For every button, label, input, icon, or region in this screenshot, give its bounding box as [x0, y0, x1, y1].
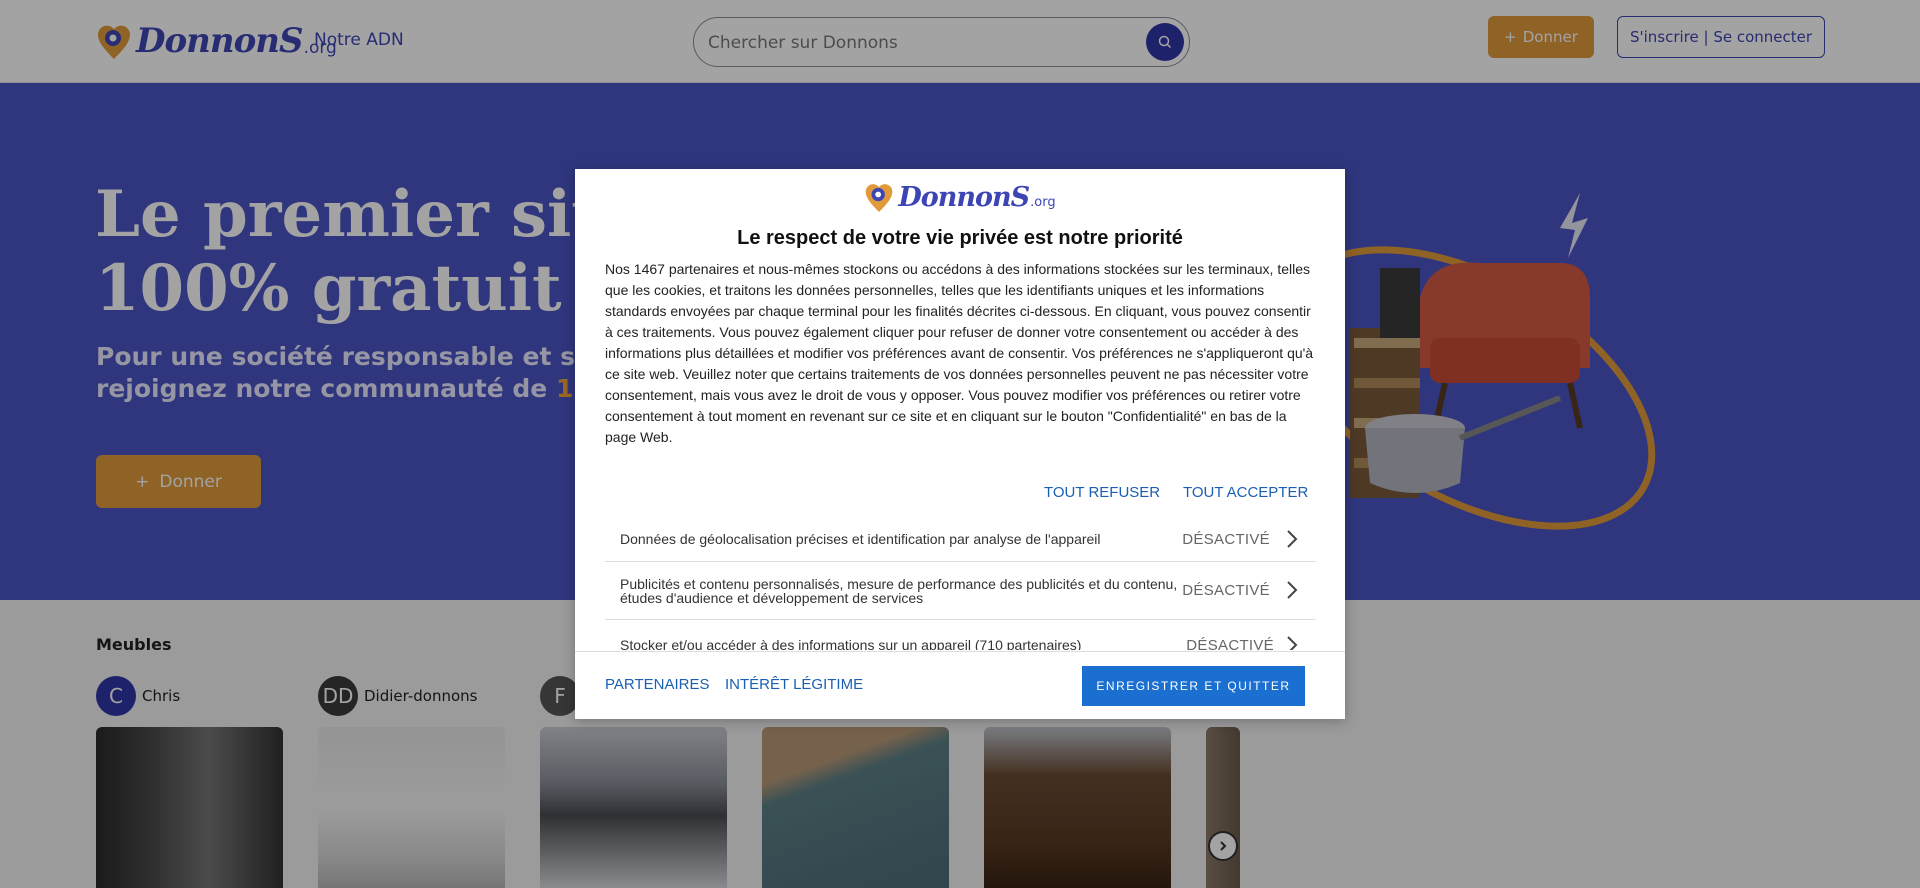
chevron-right-icon: [1287, 636, 1298, 650]
heart-pin-logo-icon: [866, 184, 893, 212]
preference-status: DÉSACTIVÉ: [1182, 582, 1270, 599]
preference-row[interactable]: Publicités et contenu personnalisés, mes…: [605, 562, 1316, 620]
save-and-exit-button[interactable]: ENREGISTRER ET QUITTER: [1082, 666, 1305, 706]
logo-text: DonnonS: [898, 181, 1030, 213]
privacy-consent-dialog: DonnonS .org Le respect de votre vie pri…: [575, 169, 1345, 719]
preference-status: DÉSACTIVÉ: [1182, 531, 1270, 548]
preference-status: DÉSACTIVÉ: [1186, 637, 1274, 650]
preference-label: Données de géolocalisation précises et i…: [620, 531, 1101, 547]
preference-row[interactable]: Stocker et/ou accéder à des informations…: [605, 620, 1316, 650]
chevron-right-icon: [1287, 581, 1298, 599]
preference-list[interactable]: Données de géolocalisation précises et i…: [605, 516, 1316, 650]
chevron-right-icon: [1287, 530, 1298, 548]
partners-link[interactable]: PARTENAIRES: [605, 676, 709, 693]
dialog-footer: PARTENAIRES INTÉRÊT LÉGITIME ENREGISTRER…: [575, 651, 1345, 719]
dialog-title: Le respect de votre vie privée est notre…: [737, 227, 1183, 249]
refuse-all-button[interactable]: TOUT REFUSER: [1044, 484, 1160, 501]
preference-label: Publicités et contenu personnalisés, mes…: [620, 576, 1178, 606]
accept-all-button[interactable]: TOUT ACCEPTER: [1183, 484, 1308, 501]
logo-suffix: .org: [1030, 195, 1056, 210]
dialog-logo: DonnonS .org: [575, 177, 1345, 217]
preference-label: Stocker et/ou accéder à des informations…: [620, 637, 1082, 650]
legitimate-interest-link[interactable]: INTÉRÊT LÉGITIME: [725, 676, 863, 693]
preference-row[interactable]: Données de géolocalisation précises et i…: [605, 516, 1316, 562]
dialog-description: Nos 1467 partenaires et nous-mêmes stock…: [605, 261, 1314, 445]
